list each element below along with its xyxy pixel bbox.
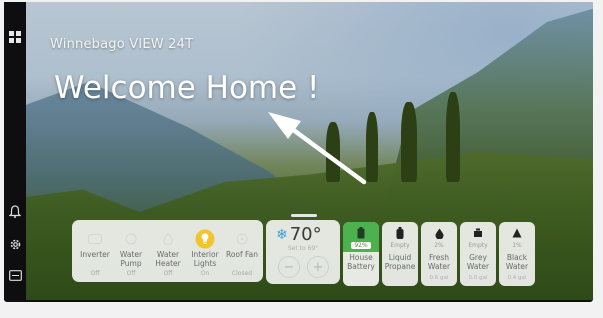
water-drop-icon [432,226,446,240]
grid-icon[interactable] [6,28,24,46]
gear-icon[interactable] [6,235,24,253]
tank-value: 0.0 gal [468,275,488,281]
temp-decrease-button[interactable]: − [278,256,300,278]
tank-liquid-propane[interactable]: Empty Liquid Propane [382,222,418,286]
tank-value: 0.4 gal [507,275,527,281]
tank-label: Black Water [505,253,529,271]
tank-level: 2% [434,242,444,249]
sidebar [4,2,26,300]
device-inverter[interactable]: Inverter Off [76,220,114,282]
welcome-title: Welcome Home ! [54,70,320,106]
pump-icon [121,229,141,249]
propane-icon [393,226,407,240]
grey-tank-icon [471,226,485,240]
tank-level: 1% [512,242,522,249]
drawer-handle[interactable] [291,214,317,217]
tank-level: Empty [390,242,410,249]
temp-increase-button[interactable]: + [307,256,329,278]
background-tree [366,112,378,182]
black-tank-icon [510,226,524,240]
thermostat-card[interactable]: ❄ 70° Set to 69° − + [266,220,340,284]
tank-grey-water[interactable]: Empty Grey Water 0.0 gal [460,222,496,286]
tank-level: 92% [351,242,371,249]
background-tree [326,122,340,182]
flame-icon [158,229,178,249]
tank-label: Grey Water [466,253,490,271]
display-icon[interactable] [6,266,24,284]
background-tree [446,92,460,182]
tank-fresh-water[interactable]: 2% Fresh Water 0.6 gal [421,222,457,286]
device-roof-fan[interactable]: Roof Fan Closed [223,220,261,282]
tank-house-battery[interactable]: 92% House Battery [343,222,379,286]
power-icon [85,229,105,249]
device-panel: Inverter Off Water Pump Off Water Heater… [72,220,263,282]
tank-label: Fresh Water [427,253,451,271]
bulb-icon [195,229,215,249]
rv-model-name: Winnebago VIEW 24T [50,37,194,52]
tank-value: 0.6 gal [429,275,449,281]
tank-level: Empty [468,242,488,249]
thermostat-temperature: 70° [289,224,322,245]
device-interior-lights[interactable]: Interior Lights On [186,220,224,282]
tank-label: House Battery [347,253,375,271]
thermostat-setpoint: Set to 69° [287,245,319,252]
background-tree [401,102,417,182]
snowflake-icon: ❄ [276,226,288,243]
device-water-pump[interactable]: Water Pump Off [112,220,150,282]
fan-icon [232,229,252,249]
tank-label: Liquid Propane [384,253,416,271]
tank-black-water[interactable]: 1% Black Water 0.4 gal [499,222,535,286]
bell-icon[interactable] [6,202,24,220]
battery-icon [354,226,368,240]
device-water-heater[interactable]: Water Heater Off [149,220,187,282]
